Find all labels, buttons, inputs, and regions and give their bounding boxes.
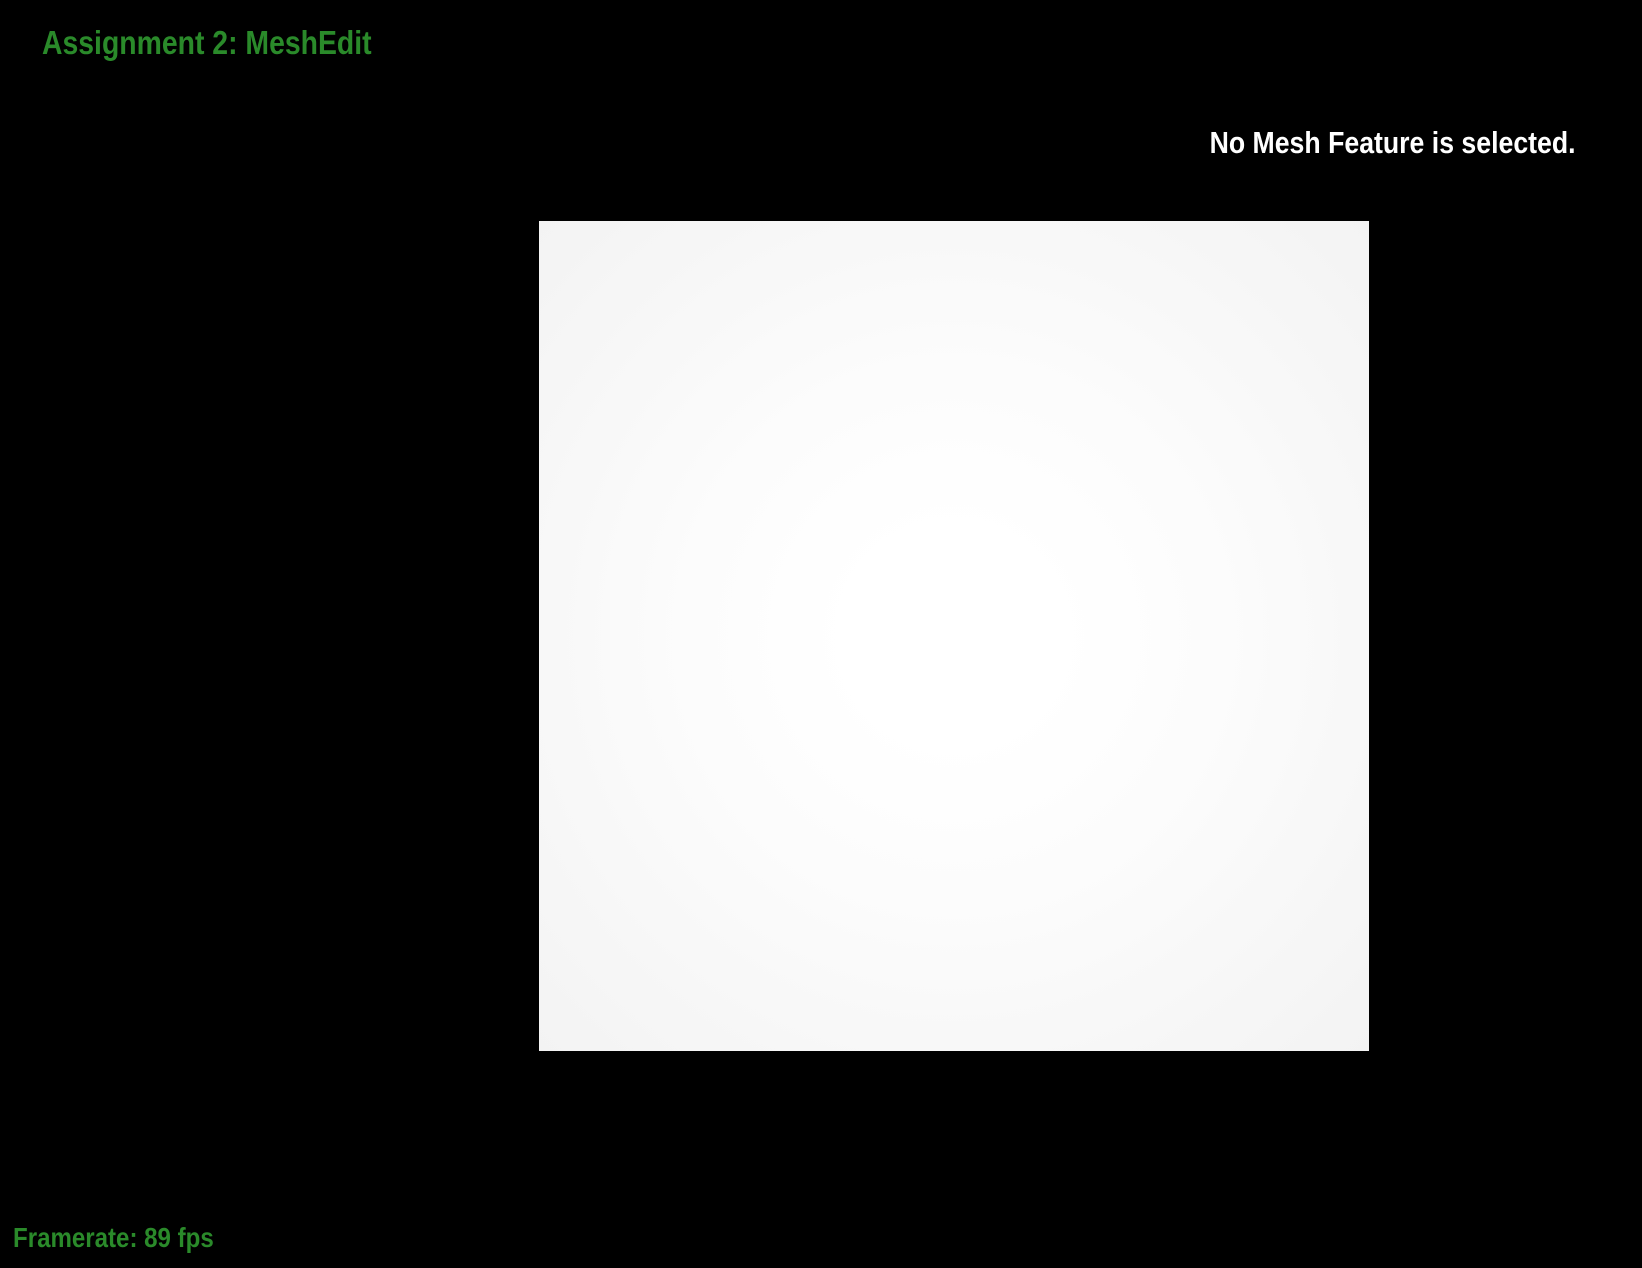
app-title: Assignment 2: MeshEdit — [42, 24, 372, 61]
framerate-readout: Framerate: 89 fps — [13, 1222, 214, 1253]
mesh-face-square[interactable] — [539, 221, 1369, 1051]
selection-status-text: No Mesh Feature is selected. — [1210, 125, 1576, 160]
render-viewport[interactable]: Assignment 2: MeshEdit No Mesh Feature i… — [0, 0, 1642, 1268]
